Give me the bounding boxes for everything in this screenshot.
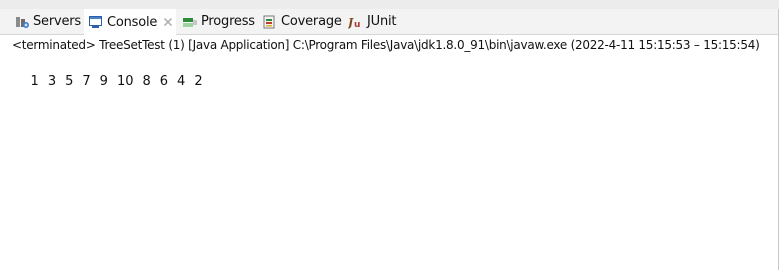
output-value: 9 <box>99 74 108 89</box>
view-top-border <box>0 0 779 9</box>
coverage-icon <box>262 14 278 30</box>
tab-progress[interactable]: Progress <box>182 9 258 34</box>
output-value: 5 <box>65 74 74 89</box>
tab-junit[interactable]: J u JUnit <box>348 9 400 34</box>
tab-servers[interactable]: Servers <box>14 9 82 34</box>
tab-junit-label: JUnit <box>367 14 397 29</box>
output-value: 2 <box>194 74 203 89</box>
output-value: 1 <box>30 74 39 89</box>
output-value: 3 <box>47 74 57 89</box>
console-status-line: <terminated> TreeSetTest (1) [Java Appli… <box>12 38 760 52</box>
console-icon <box>88 14 104 30</box>
tab-coverage-label: Coverage <box>281 14 342 29</box>
svg-text:u: u <box>354 20 360 30</box>
tab-console[interactable]: Console <box>84 9 176 35</box>
servers-icon <box>14 14 30 30</box>
output-value: 7 <box>82 74 91 89</box>
progress-icon <box>182 14 198 30</box>
tab-servers-label: Servers <box>33 14 82 29</box>
tab-progress-label: Progress <box>201 14 255 29</box>
output-value: 6 <box>159 74 169 89</box>
output-value: 10 <box>116 74 134 89</box>
output-value: 8 <box>142 74 151 89</box>
close-icon[interactable] <box>162 16 174 28</box>
tab-console-label: Console <box>107 14 158 30</box>
output-value: 4 <box>177 74 186 89</box>
console-view: Servers Console Progress Coverage J u JU… <box>0 0 779 270</box>
tab-coverage[interactable]: Coverage <box>262 9 344 34</box>
console-output: 1 3 5 7 9 10 8 6 4 2 <box>14 55 212 89</box>
junit-icon: J u <box>348 14 364 30</box>
view-tab-bar: Servers Console Progress Coverage J u JU… <box>0 9 778 35</box>
